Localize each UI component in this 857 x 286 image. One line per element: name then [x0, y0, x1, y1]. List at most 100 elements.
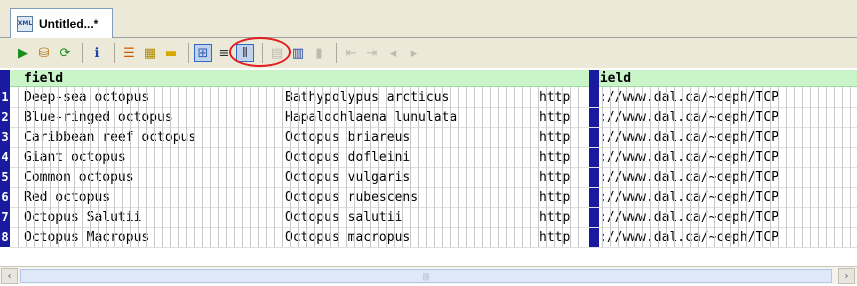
character-column-line [570, 87, 571, 247]
cell-common[interactable]: Common octopus [24, 170, 134, 185]
row-number: 4 [1, 150, 9, 164]
character-column-line [106, 87, 107, 247]
character-column-line [546, 87, 547, 247]
character-column-line [218, 87, 219, 247]
cell-latin[interactable]: Hapalochlaena lunulata [285, 110, 457, 125]
character-column-line [434, 87, 435, 247]
character-column-line [458, 87, 459, 247]
character-column-line [634, 87, 635, 247]
grid-format-icon[interactable]: ▦ [141, 44, 159, 62]
character-column-line [258, 87, 259, 247]
character-column-line [58, 87, 59, 247]
cell-latin[interactable]: Octopus salutii [285, 210, 402, 225]
character-column-line [242, 87, 243, 247]
character-column-line [354, 87, 355, 247]
outdent-icon[interactable]: ⇥ [363, 44, 381, 62]
cell-latin[interactable]: Octopus vulgaris [285, 170, 410, 185]
table-row[interactable]: 8Octopus MacropusOctopus macropushttp://… [0, 228, 857, 248]
character-column-line [490, 87, 491, 247]
row-number: 5 [1, 170, 9, 184]
table-row[interactable]: 3Caribbean reef octopusOctopus briareush… [0, 128, 857, 148]
character-column-line [746, 87, 747, 247]
character-column-line [674, 87, 675, 247]
scroll-thumb[interactable]: ||| [20, 269, 832, 283]
character-column-line [34, 87, 35, 247]
toolbar-separator [114, 43, 115, 63]
character-column-line [794, 87, 795, 247]
character-column-line [66, 87, 67, 247]
character-column-line [754, 87, 755, 247]
cell-latin[interactable]: Octopus macropus [285, 230, 410, 245]
character-column-line [450, 87, 451, 247]
table-view-icon[interactable]: ⊞ [194, 44, 212, 62]
character-column-line [418, 87, 419, 247]
character-column-line [90, 87, 91, 247]
column-header-field-1[interactable]: field [24, 71, 63, 86]
character-column-line [74, 87, 75, 247]
move-right-icon[interactable]: ▸ [405, 44, 423, 62]
character-column-line [690, 87, 691, 247]
character-column-line [194, 87, 195, 247]
info-icon[interactable]: ℹ [88, 44, 106, 62]
refresh-icon[interactable]: ⟳ [56, 44, 74, 62]
open-icon[interactable]: ⛁ [35, 44, 53, 62]
document-tab-strip: XML Untitled...* [0, 0, 857, 38]
character-column-line [770, 87, 771, 247]
character-column-line [426, 87, 427, 247]
character-column-line [786, 87, 787, 247]
character-column-line [130, 87, 131, 247]
character-column-line [202, 87, 203, 247]
character-column-line [626, 87, 627, 247]
horizontal-scrollbar[interactable]: ‹ ||| › [0, 266, 857, 284]
character-column-line [778, 87, 779, 247]
character-column-line [826, 87, 827, 247]
cell-latin[interactable]: Bathypolypus arcticus [285, 90, 449, 105]
character-column-line [210, 87, 211, 247]
character-column-line [154, 87, 155, 247]
character-column-line [330, 87, 331, 247]
character-column-line [402, 87, 403, 247]
ruler-icon[interactable]: ▬ [162, 44, 180, 62]
table-icon[interactable]: ▥ [289, 44, 307, 62]
character-column-line [482, 87, 483, 247]
character-column-line [714, 87, 715, 247]
character-column-line [274, 87, 275, 247]
character-column-line [234, 87, 235, 247]
character-column-line [82, 87, 83, 247]
character-column-line [98, 87, 99, 247]
character-column-line [18, 87, 19, 247]
grid-view: field field 1 Deep-sea octopus Bathypolypu… [0, 70, 857, 250]
scroll-left-button[interactable]: ‹ [1, 268, 18, 284]
row-number: 1 [1, 90, 9, 104]
cell-latin[interactable]: Octopus rubescens [285, 190, 418, 205]
character-column-line [314, 87, 315, 247]
chart-icon[interactable]: ▮ [310, 44, 328, 62]
table-row[interactable]: 4Giant octopusOctopus dofleinihttp://www… [0, 148, 857, 168]
list-icon[interactable]: ☰ [120, 44, 138, 62]
table-row[interactable]: 5Common octopusOctopus vulgarishttp://ww… [0, 168, 857, 188]
row-number: 8 [1, 230, 9, 244]
move-left-icon[interactable]: ◂ [384, 44, 402, 62]
table-row[interactable]: 6Red octopusOctopus rubescenshttp://www.… [0, 188, 857, 208]
table-row[interactable]: 2Blue-ringed octopusHapalochlaena lunula… [0, 108, 857, 128]
scroll-right-button[interactable]: › [838, 268, 855, 284]
table-row[interactable]: 1Deep-sea octopusBathypolypus arcticusht… [0, 88, 857, 108]
document-tab-label: Untitled...* [39, 16, 99, 31]
document-tab[interactable]: XML Untitled...* [10, 8, 113, 38]
character-column-line [618, 87, 619, 247]
character-column-line [378, 87, 379, 247]
grid-toolbar: ▶ ⛁ ⟳ ℹ ☰ ▦ ▬ ⊞ ≡ ⦀ ▤ ▥ ▮ ⇤ ⇥ ◂ ▸ [0, 38, 857, 68]
character-column-line [810, 87, 811, 247]
character-column-line [186, 87, 187, 247]
cell-latin[interactable]: Octopus dofleini [285, 150, 410, 165]
table-row[interactable]: 7Octopus SalutiiOctopus salutiihttp://ww… [0, 208, 857, 228]
character-column-line [666, 87, 667, 247]
character-column-line [658, 87, 659, 247]
run-icon[interactable]: ▶ [14, 44, 32, 62]
character-column-line [386, 87, 387, 247]
indent-icon[interactable]: ⇤ [342, 44, 360, 62]
row-number: 2 [1, 110, 9, 124]
cell-latin[interactable]: Octopus briareus [285, 130, 410, 145]
character-column-line [730, 87, 731, 247]
character-column-line [506, 87, 507, 247]
